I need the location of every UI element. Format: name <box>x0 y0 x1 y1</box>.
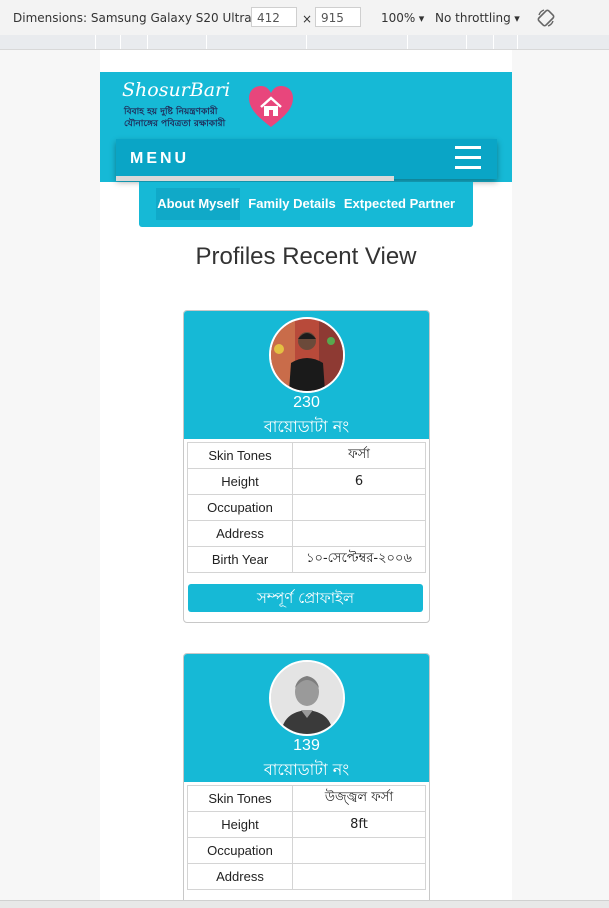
dimension-separator: × <box>302 12 313 26</box>
devtools-toolbar: Dimensions: Samsung Galaxy S20 Ultra 412… <box>0 0 609 36</box>
logo-title: ShosurBari <box>122 79 231 101</box>
viewport-height-input[interactable]: 915 <box>315 7 361 27</box>
profile-card: 230 বায়োডাটা নং Skin Tones ফর্সা Height… <box>183 310 430 623</box>
table-row: Address <box>187 520 426 547</box>
table-row: Skin Tones ফর্সা <box>187 442 426 469</box>
row-value <box>292 837 426 864</box>
menu-bar[interactable]: MENU <box>116 139 497 179</box>
viewport-width-input[interactable]: 412 <box>251 7 297 27</box>
rotate-icon[interactable] <box>536 8 556 28</box>
row-label: Skin Tones <box>187 785 293 812</box>
row-label: Address <box>187 520 293 547</box>
row-label: Occupation <box>187 494 293 521</box>
row-value: ১০-সেপ্টেম্বর-২০০৬ <box>292 546 426 573</box>
zoom-dropdown[interactable]: 100% <box>381 11 424 25</box>
table-row: Height 8ft <box>187 811 426 838</box>
row-label: Occupation <box>187 837 293 864</box>
mobile-page: ShosurBari বিবাহ হয় দুষ্টি নিয়ন্ত্রণকা… <box>100 50 512 900</box>
table-row: Height 6 <box>187 468 426 495</box>
device-viewport: ShosurBari বিবাহ হয় দুষ্টি নিয়ন্ত্রণকা… <box>0 50 609 900</box>
profile-tabs: About Myself Family Details Extpected Pa… <box>139 182 473 227</box>
biodata-number: 230 <box>293 394 320 411</box>
biodata-label: বায়োডাটা নং <box>263 760 350 779</box>
page-title: Profiles Recent View <box>195 243 417 270</box>
row-label: Birth Year <box>187 546 293 573</box>
tab-expected-partner[interactable]: Extpected Partner <box>343 188 456 220</box>
row-value <box>292 494 426 521</box>
row-label: Skin Tones <box>187 442 293 469</box>
profile-info-table: Skin Tones ফর্সা Height 6 Occupation Add… <box>187 442 426 573</box>
site-header: ShosurBari বিবাহ হয় দুষ্টি নিয়ন্ত্রণকা… <box>100 72 512 182</box>
logo-tagline-2: যৌনাঙ্গের পবিত্রতা রক্ষাকারী <box>124 119 226 129</box>
table-row: Occupation <box>187 837 426 864</box>
default-avatar-icon[interactable] <box>269 660 345 736</box>
heart-home-icon <box>249 86 293 127</box>
biodata-number: 139 <box>293 737 320 754</box>
site-logo[interactable]: ShosurBari বিবাহ হয় দুষ্টি নিয়ন্ত্রণকা… <box>120 77 293 132</box>
hamburger-menu-icon[interactable] <box>455 146 481 170</box>
profile-card-header: 230 বায়োডাটা নং <box>184 311 429 439</box>
profile-info-table: Skin Tones উজ্জ্বল ফর্সা Height 8ft Occu… <box>187 785 426 890</box>
profile-photo-avatar[interactable] <box>269 317 345 393</box>
table-row: Skin Tones উজ্জ্বল ফর্সা <box>187 785 426 812</box>
media-query-ruler <box>0 35 609 50</box>
row-label: Address <box>187 863 293 890</box>
row-label: Height <box>187 811 293 838</box>
row-label: Height <box>187 468 293 495</box>
menu-underline <box>116 176 394 181</box>
row-value: ফর্সা <box>292 442 426 469</box>
row-value <box>292 520 426 547</box>
row-value: 6 <box>292 468 426 495</box>
row-value: উজ্জ্বল ফর্সা <box>292 785 426 812</box>
profile-card-header: 139 বায়োডাটা নং <box>184 654 429 782</box>
row-value <box>292 863 426 890</box>
device-dimensions-dropdown[interactable]: Dimensions: Samsung Galaxy S20 Ultra <box>13 11 261 25</box>
table-row: Address <box>187 863 426 890</box>
row-value: 8ft <box>292 811 426 838</box>
table-row: Occupation <box>187 494 426 521</box>
profile-card: 139 বায়োডাটা নং Skin Tones উজ্জ্বল ফর্স… <box>183 653 430 900</box>
tab-about-myself[interactable]: About Myself <box>156 188 240 220</box>
menu-label: MENU <box>130 150 190 167</box>
full-profile-button[interactable]: সম্পূর্ণ প্রোফাইল <box>188 584 423 612</box>
tab-family-details[interactable]: Family Details <box>247 188 337 220</box>
biodata-label: বায়োডাটা নং <box>263 417 350 436</box>
throttling-dropdown[interactable]: No throttling <box>435 11 520 25</box>
table-row: Birth Year ১০-সেপ্টেম্বর-২০০৬ <box>187 546 426 573</box>
